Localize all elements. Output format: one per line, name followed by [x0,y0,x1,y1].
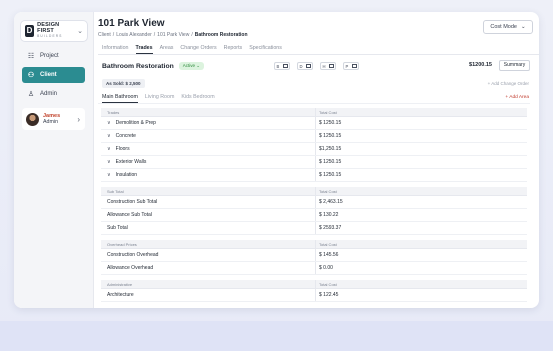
checkbox-icon [329,63,334,69]
tab-change-orders[interactable]: Change Orders [180,43,216,54]
area-tab-living-room[interactable]: Living Room [145,94,174,103]
sidebar-item-label: Admin [40,91,58,97]
section-bar: Bathroom Restoration Active ⌄ B D H P $1… [98,59,530,73]
plus-icon: + [505,95,509,100]
tab-specifications[interactable]: Specifications [249,43,282,54]
table-row[interactable]: ∨ Demolition & Prep $ 1250.15 [101,117,527,130]
avatar [26,112,39,126]
as-sold-badge: As Sold: $ 2,500 [102,79,145,88]
table-row: Allowance Overhead $ 0.00 [101,262,527,275]
table-row: Construction Overhead $ 145.56 [101,249,527,262]
chevron-down-icon: ∨ [107,133,111,139]
tab-bar: Information Trades Areas Change Orders R… [98,43,539,55]
chevron-down-icon: ∨ [107,159,111,165]
table-row[interactable]: ∨ Floors $1,250.15 [101,143,527,156]
sidebar-item-label: Project [40,53,59,59]
view-toggles: B D H P [274,62,359,70]
users-icon: ⚇ [27,72,35,79]
toggle-p[interactable]: P [343,62,359,70]
table-header: Administrative Total Cost [101,280,527,289]
page-title: 101 Park View [98,18,165,29]
breadcrumb-item[interactable]: Louis Alexander [116,32,152,38]
chevron-down-icon: ∨ [107,146,111,152]
summary-button[interactable]: Summary [499,60,530,71]
sidebar: D DESIGN FIRST BUILDERS ⌄ ☷ Project ⚇ Cl… [14,12,94,308]
main-content: 101 Park View Client / Louis Alexander/ 1… [98,12,539,308]
table-row[interactable]: ∨ Insulation $ 1250.15 [101,169,527,182]
table-row: Architecture $ 122.45 [101,289,527,302]
tab-information[interactable]: Information [102,43,129,54]
chevron-down-icon: ⌄ [77,28,83,35]
brand-name: DESIGN FIRST [37,22,60,34]
person-icon: ♙ [27,91,35,98]
checkbox-icon [306,63,311,69]
section-title: Bathroom Restoration [102,62,174,70]
toggle-h[interactable]: H [320,62,336,70]
tab-areas[interactable]: Areas [160,43,174,54]
checkbox-icon [283,63,288,69]
toggle-d[interactable]: D [297,62,313,70]
sidebar-item-client[interactable]: ⚇ Client [22,67,85,83]
sidebar-item-admin[interactable]: ♙ Admin [22,86,85,102]
area-tab-main-bathroom[interactable]: Main Bathroom [102,94,138,103]
app-window: D DESIGN FIRST BUILDERS ⌄ ☷ Project ⚇ Cl… [14,12,539,308]
tab-reports[interactable]: Reports [224,43,243,54]
add-change-order-link[interactable]: + Add Change Order [488,81,529,86]
brand-switcher[interactable]: D DESIGN FIRST BUILDERS ⌄ [20,20,88,42]
chevron-down-icon: ∨ [107,172,111,178]
logo-icon: D [25,25,35,37]
status-badge[interactable]: Active ⌄ [178,62,205,70]
cost-mode-dropdown[interactable]: Cost Mode ⌄ [483,20,533,34]
sidebar-item-label: Client [40,72,57,78]
chevron-down-icon: ∨ [107,120,111,126]
table-header: Overhead Prices Total Cost [101,240,527,249]
cost-table: Trades Total Cost ∨ Demolition & Prep $ 12… [101,108,527,302]
cost-mode-label: Cost Mode [490,24,517,30]
breadcrumb: Client / Louis Alexander/ 101 Park View / … [98,32,248,38]
table-row: Construction Sub Total $ 2,463.15 [101,196,527,209]
breadcrumb-item[interactable]: 101 Park View [157,32,189,38]
area-tab-bar: Main Bathroom Living Room Kids Bedroom [98,94,530,104]
table-row[interactable]: ∨ Concrete $ 1250.15 [101,130,527,143]
chevron-right-icon: › [77,114,80,124]
brand-sub: BUILDERS [37,34,63,39]
table-row: Sub Total $ 2593.37 [101,222,527,235]
table-row: Allowance Sub Total $ 130.22 [101,209,527,222]
table-header: Trades Total Cost [101,108,527,117]
page-background-band [0,321,553,351]
table-row[interactable]: ∨ Exterior Walls $ 1250.15 [101,156,527,169]
checkbox-icon [352,63,357,69]
area-tab-kids-bedroom[interactable]: Kids Bedroom [181,94,214,103]
chevron-down-icon: ⌄ [521,24,526,30]
sidebar-item-project[interactable]: ☷ Project [22,48,85,64]
toggle-b[interactable]: B [274,62,290,70]
user-role: Admin [43,119,59,126]
breadcrumb-current: Bathroom Restoration [194,32,248,38]
breadcrumb-item[interactable]: Client [98,32,111,38]
tab-trades[interactable]: Trades [135,43,153,54]
list-icon: ☷ [27,53,35,60]
user-card[interactable]: James Admin › [22,108,85,130]
add-area-button[interactable]: + Add Area [505,95,529,100]
table-header: Sub Total Total Cost [101,187,527,196]
section-total: $1200.15 [469,62,492,68]
